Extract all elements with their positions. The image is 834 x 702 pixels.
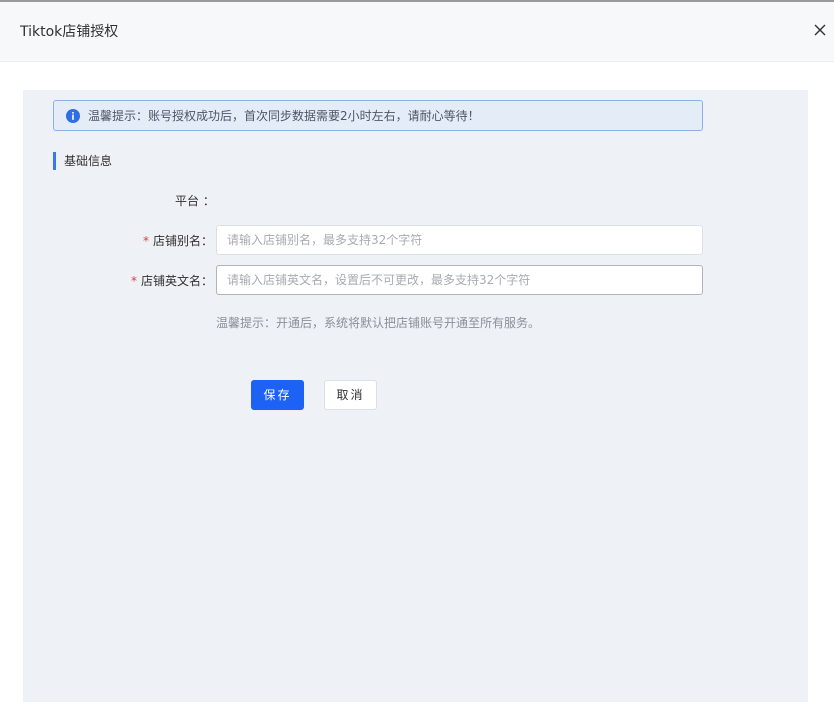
- dialog-header: Tiktok店铺授权: [0, 2, 834, 62]
- tip-alert: 温馨提示：账号授权成功后，首次同步数据需要2小时左右，请耐心等待！: [53, 100, 703, 131]
- alias-label-text: 店铺别名：: [153, 234, 214, 248]
- cancel-button[interactable]: 取消: [324, 380, 377, 410]
- store-english-name-input[interactable]: [216, 265, 703, 295]
- info-icon: [66, 109, 80, 123]
- english-name-label: * 店铺英文名：: [131, 273, 213, 289]
- alias-label: * 店铺别名：: [143, 233, 213, 249]
- save-button[interactable]: 保存: [251, 380, 304, 410]
- required-mark: *: [131, 274, 137, 288]
- english-name-label-text: 店铺英文名：: [141, 274, 214, 288]
- dialog-body: 温馨提示：账号授权成功后，首次同步数据需要2小时左右，请耐心等待！ 基础信息 平…: [23, 90, 808, 702]
- store-alias-input[interactable]: [216, 225, 703, 255]
- close-button[interactable]: [812, 20, 834, 42]
- form-hint: 温馨提示：开通后，系统将默认把店铺账号开通至所有服务。: [216, 316, 541, 330]
- required-mark: *: [143, 234, 149, 248]
- platform-label: 平台 ：: [175, 194, 215, 208]
- tip-alert-text: 温馨提示：账号授权成功后，首次同步数据需要2小时左右，请耐心等待！: [88, 109, 480, 123]
- dialog-title: Tiktok店铺授权: [20, 24, 119, 40]
- tiktok-auth-dialog: Tiktok店铺授权 温馨提示：账号授权成功后，首次同步数据需要2小时左右，请耐…: [0, 0, 834, 702]
- section-title-basic-info: 基础信息: [53, 152, 112, 170]
- close-icon: [812, 20, 834, 42]
